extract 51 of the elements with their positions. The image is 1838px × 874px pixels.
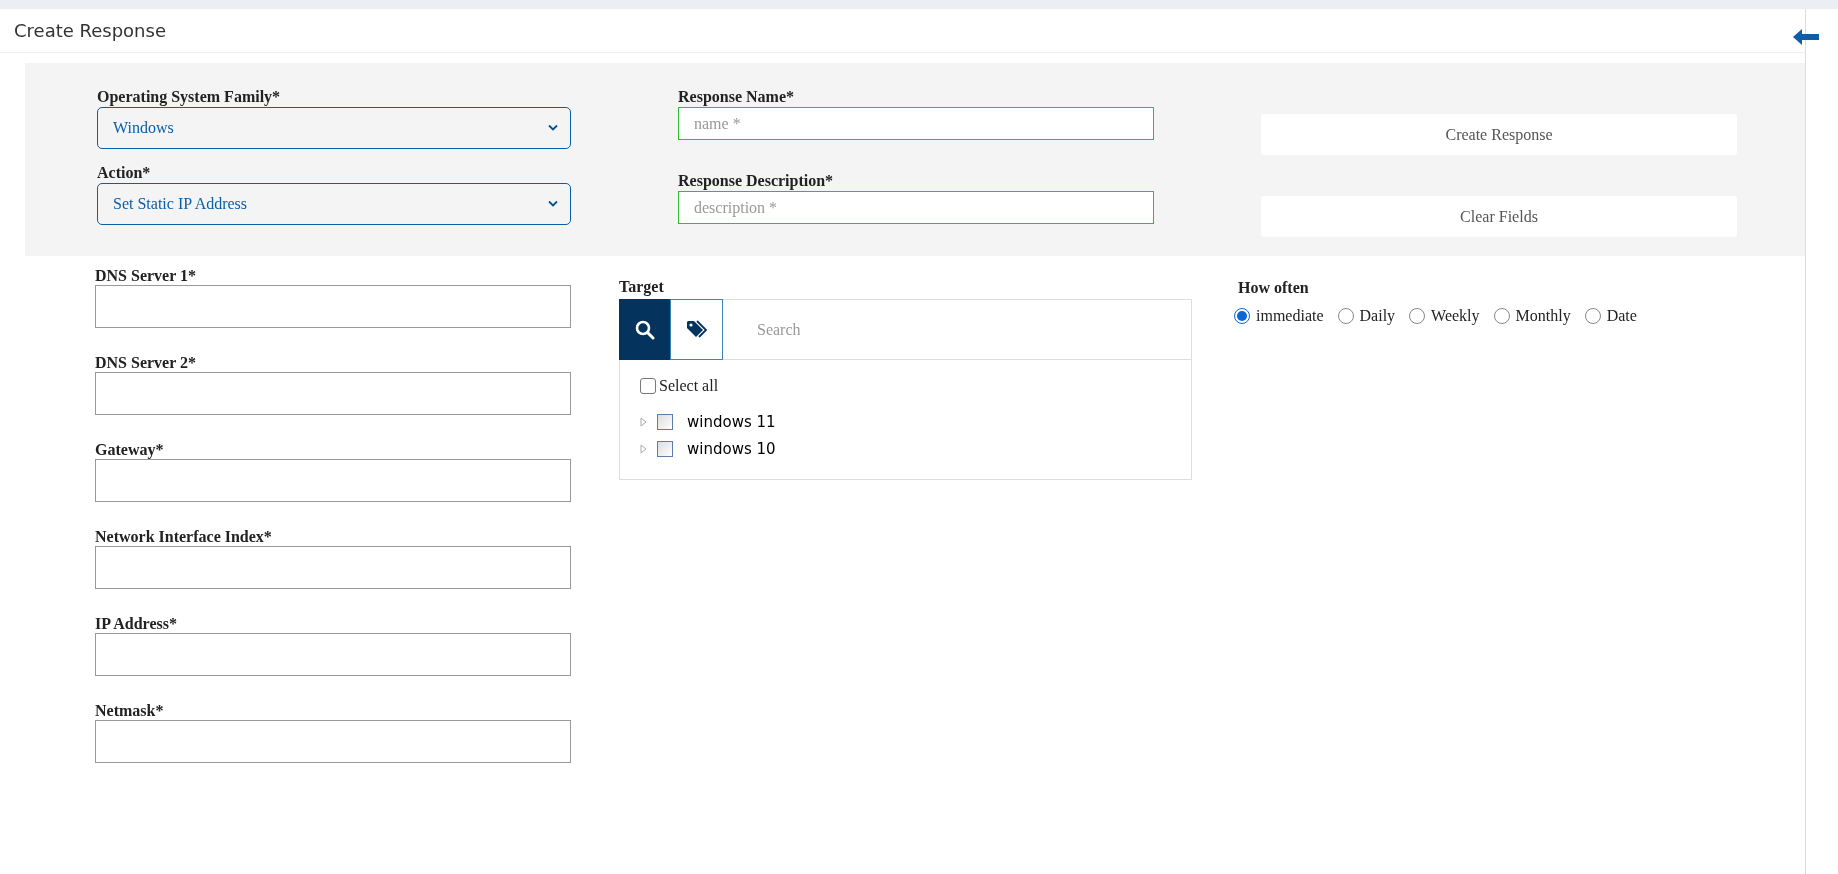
field-label: Operating System Family* [97,87,282,107]
action-button[interactable]: Clear Fields [1261,196,1737,237]
radio-label: immediate [1256,306,1324,326]
checkbox[interactable] [657,441,673,457]
field-label: Target [619,278,665,296]
chevron-down-icon [548,124,558,132]
input-field[interactable]: description * [678,191,1154,224]
field-label: Gateway* [95,441,165,459]
field-label: Response Description* [678,171,835,191]
input-field[interactable] [95,285,571,328]
field-label: DNS Server 2* [95,354,198,372]
tags-icon [685,319,708,340]
back-arrow-icon[interactable] [1792,28,1820,46]
input-field[interactable] [95,720,571,763]
dropdown[interactable]: Windows [97,107,571,149]
checkbox-label: Select all [659,376,719,396]
field-label: Response Name* [678,87,795,107]
radio-label: Monthly [1515,306,1571,327]
field-label: DNS Server 1* [95,267,198,285]
radio-button[interactable] [1584,308,1601,324]
radio-button[interactable] [1409,308,1426,324]
tree-item-label[interactable]: windows 11 [687,410,776,434]
radio-button[interactable] [1234,308,1250,324]
field-label: IP Address* [95,615,178,633]
field-label: Action* [97,163,152,183]
tree-item-label[interactable]: windows 10 [687,437,776,461]
radio-label: Weekly [1431,306,1480,327]
search-button[interactable] [619,299,670,360]
expand-arrow-icon[interactable] [640,444,647,454]
field-label: Network Interface Index* [95,528,273,546]
checkbox[interactable] [657,414,673,430]
input-field[interactable] [95,546,571,589]
field-label: Netmask* [95,702,165,720]
radio-button[interactable] [1337,308,1354,324]
input-field[interactable] [95,372,571,415]
search-icon [634,319,655,340]
radio-label: Daily [1359,306,1396,327]
input-field[interactable] [95,459,571,502]
input-field[interactable] [95,633,571,676]
page-title: Create Response [14,19,166,43]
field-label: How often [1238,279,1310,297]
tag-button[interactable] [670,299,723,360]
checkbox[interactable] [640,378,656,394]
dropdown[interactable]: Set Static IP Address [97,183,571,225]
chevron-down-icon [548,200,558,208]
radio-label: Date [1606,306,1637,326]
expand-arrow-icon[interactable] [640,417,647,427]
search-field[interactable]: Search [723,299,1192,360]
action-button[interactable]: Create Response [1261,114,1737,155]
radio-button[interactable] [1493,308,1510,324]
input-field[interactable]: name * [678,107,1154,140]
